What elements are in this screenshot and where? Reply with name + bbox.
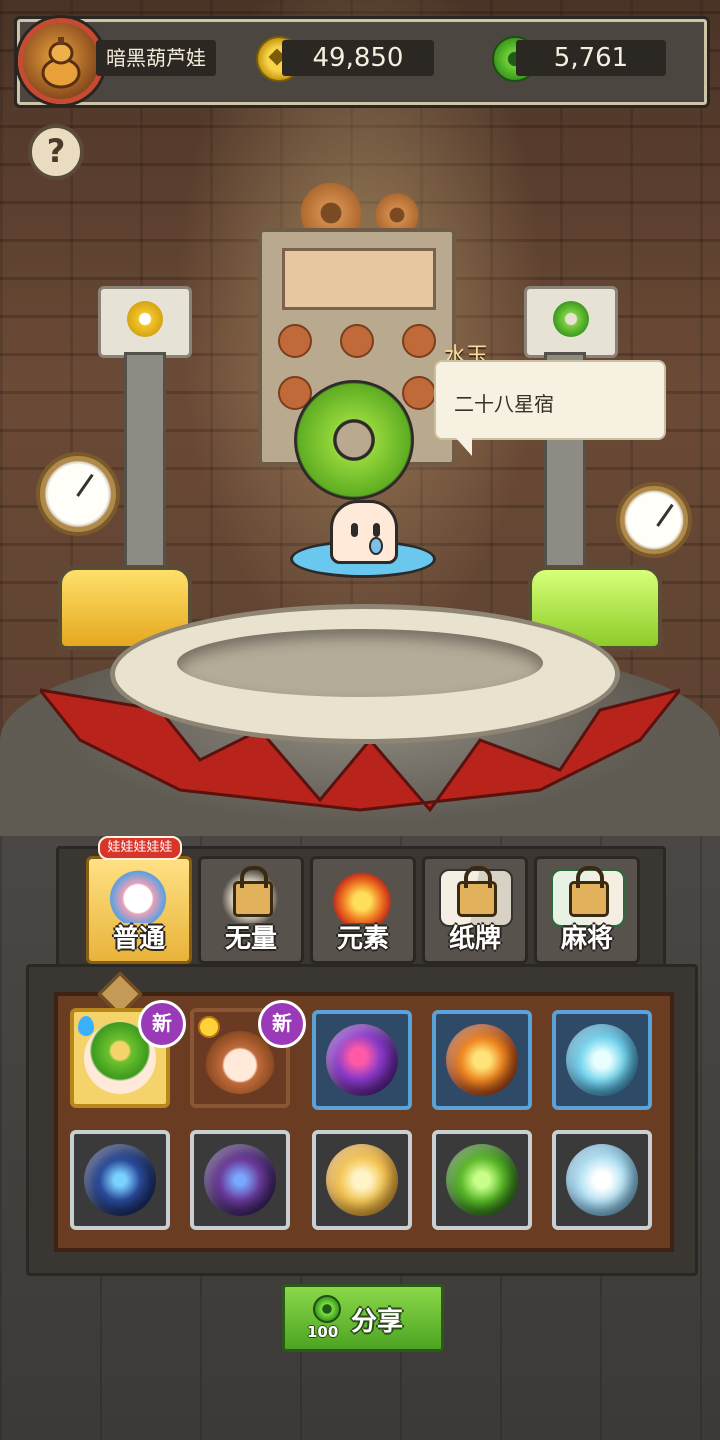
coin-input-cube bbox=[98, 286, 192, 358]
share-button[interactable]: 100 分享 bbox=[282, 1284, 444, 1352]
slot-purple-swirl-orb[interactable] bbox=[312, 1010, 412, 1110]
jade-ring-icon bbox=[313, 1295, 341, 1323]
mouse-doll-icon bbox=[103, 869, 173, 923]
tab-normal[interactable]: 普通 bbox=[86, 856, 192, 964]
slot-fire-orb[interactable] bbox=[432, 1010, 532, 1110]
lock-icon bbox=[233, 866, 273, 917]
left-pipe bbox=[124, 352, 166, 568]
pressure-dial-icon bbox=[616, 482, 692, 558]
tab-label: 麻将 bbox=[560, 924, 613, 954]
doll-eye bbox=[373, 523, 380, 537]
jade-ring-icon bbox=[553, 301, 589, 337]
doll-mouth bbox=[369, 537, 383, 555]
tab-badge: 娃娃娃娃娃 bbox=[98, 836, 182, 860]
jade-count: 5,761 bbox=[516, 40, 666, 76]
gourd-icon bbox=[41, 37, 81, 89]
moon-crystal-orb-icon bbox=[84, 1144, 156, 1216]
lock-icon bbox=[457, 866, 497, 917]
purple-swirl-orb-icon bbox=[326, 1024, 398, 1096]
doll-eye bbox=[351, 523, 358, 537]
slot-snowflake-orb[interactable] bbox=[552, 1130, 652, 1230]
tab-elements[interactable]: 元素 bbox=[310, 856, 416, 964]
pressure-dial-icon bbox=[36, 452, 120, 536]
slot-green-slime-orb[interactable] bbox=[432, 1130, 532, 1230]
new-badge: 新 bbox=[258, 1000, 306, 1048]
doll-character bbox=[330, 500, 398, 564]
golden-g-orb-icon bbox=[326, 1144, 398, 1216]
machine-knob bbox=[402, 324, 436, 358]
machine-knob bbox=[402, 376, 436, 410]
coin-count: 49,850 bbox=[282, 40, 434, 76]
altar-ring bbox=[110, 604, 620, 744]
tab-label: 普通 bbox=[112, 924, 165, 954]
snowflake-orb-icon bbox=[566, 1144, 638, 1216]
slot-ice-crystal-orb[interactable] bbox=[552, 1010, 652, 1110]
speech-bubble: 二十八星宿 bbox=[434, 360, 666, 456]
jade-ring-item-icon bbox=[294, 380, 414, 500]
share-cost: 100 bbox=[307, 1323, 339, 1341]
machine-knob bbox=[278, 324, 312, 358]
speech-bubble-text: 二十八星宿 bbox=[454, 392, 554, 416]
slot-hourglass-orb[interactable] bbox=[190, 1130, 290, 1230]
player-avatar[interactable] bbox=[18, 18, 104, 104]
green-slime-orb-icon bbox=[446, 1144, 518, 1216]
new-badge: 新 bbox=[138, 1000, 186, 1048]
fire-orb-icon bbox=[446, 1024, 518, 1096]
lock-icon bbox=[569, 866, 609, 917]
tab-cards[interactable]: 纸牌 bbox=[422, 856, 528, 964]
tab-label: 无量 bbox=[224, 924, 277, 954]
player-name: 暗黑葫芦娃 bbox=[96, 40, 216, 76]
tab-mahjong[interactable]: 麻将 bbox=[534, 856, 640, 964]
help-button[interactable]: ? bbox=[28, 124, 84, 180]
tab-wuliang[interactable]: 无量 bbox=[198, 856, 304, 964]
machine-knob bbox=[340, 324, 374, 358]
water-drop-icon bbox=[78, 1016, 94, 1036]
slot-moon-crystal-orb[interactable] bbox=[70, 1130, 170, 1230]
jade-input-cube bbox=[524, 286, 618, 358]
ice-crystal-orb-icon bbox=[566, 1024, 638, 1096]
slot-golden-g-orb[interactable] bbox=[312, 1130, 412, 1230]
tab-label: 元素 bbox=[336, 924, 389, 954]
machine-gauge-window bbox=[282, 248, 436, 310]
workshop-background: 水玉 二十八星宿 bbox=[0, 0, 720, 850]
tab-label: 纸牌 bbox=[448, 924, 501, 954]
share-label: 分享 bbox=[351, 1307, 404, 1337]
gold-coin-icon bbox=[127, 301, 163, 337]
flame-icon bbox=[327, 869, 397, 923]
hourglass-orb-icon bbox=[204, 1144, 276, 1216]
